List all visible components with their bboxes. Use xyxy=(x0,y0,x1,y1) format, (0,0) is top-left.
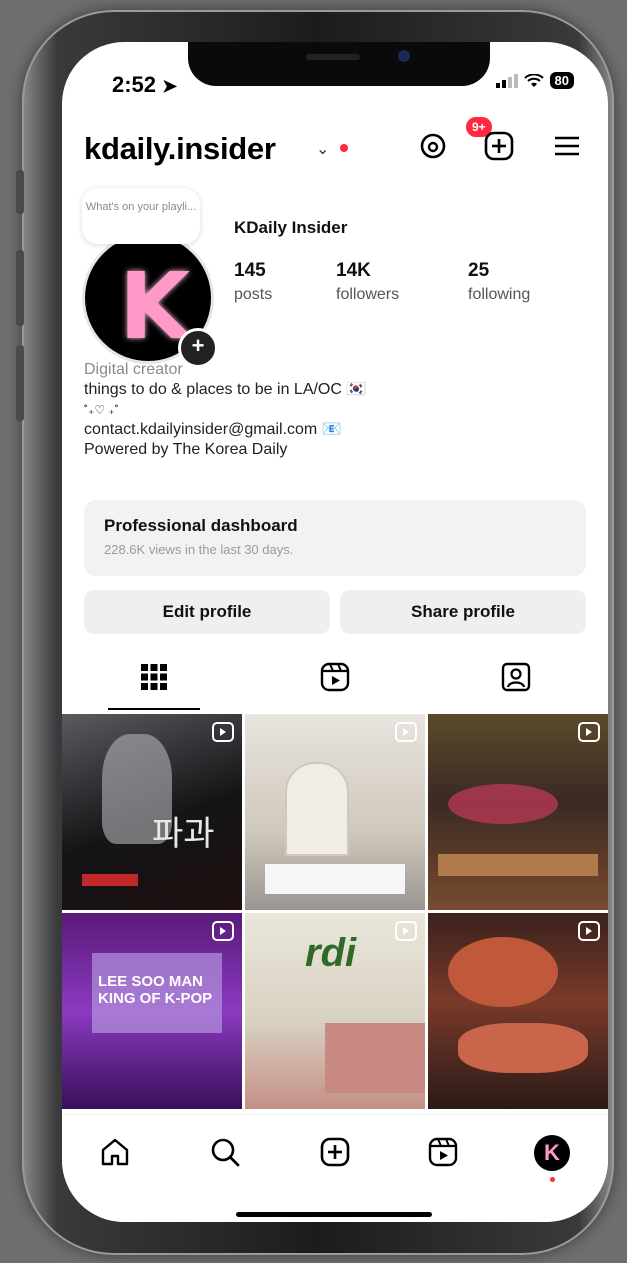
post-image-table xyxy=(438,854,598,876)
post-image-detail xyxy=(82,874,138,886)
dashboard-subtitle: 228.6K views in the last 30 days. xyxy=(104,542,294,557)
grid-post[interactable]: 파과 xyxy=(62,714,242,910)
bottom-nav: K xyxy=(62,1114,608,1222)
reel-indicator-icon xyxy=(395,921,417,941)
display-name: KDaily Insider xyxy=(234,218,348,237)
note-bubble[interactable]: What's on your playli... xyxy=(82,188,200,244)
grid-post[interactable] xyxy=(428,913,608,1109)
status-time: 2:52 ➤ xyxy=(112,72,178,97)
threads-icon[interactable] xyxy=(416,129,450,163)
battery-indicator: 80 xyxy=(549,72,574,89)
home-indicator[interactable] xyxy=(236,1212,432,1217)
search-icon[interactable] xyxy=(208,1135,242,1169)
tagged-icon[interactable] xyxy=(499,660,533,694)
home-icon[interactable] xyxy=(98,1135,132,1169)
status-icons: 80 xyxy=(495,72,574,89)
edit-profile-button[interactable]: Edit profile xyxy=(84,590,330,634)
reels-icon[interactable] xyxy=(426,1135,460,1169)
following-count[interactable]: 25 following xyxy=(468,260,530,304)
active-tab-indicator xyxy=(108,708,200,710)
post-image-food xyxy=(325,1023,425,1093)
posts-count[interactable]: 145 posts xyxy=(234,260,272,304)
new-post-icon[interactable] xyxy=(482,129,516,163)
create-icon[interactable] xyxy=(318,1135,352,1169)
grid-post[interactable]: rdi xyxy=(245,913,425,1109)
reel-indicator-icon xyxy=(212,921,234,941)
reel-indicator-icon xyxy=(395,722,417,742)
dashboard-title: Professional dashboard xyxy=(104,516,298,535)
profile-avatar-wrap[interactable]: K + xyxy=(82,232,218,368)
post-overlay-text: 파과 xyxy=(152,814,215,854)
profile-avatar[interactable]: K xyxy=(534,1135,570,1171)
reels-icon[interactable] xyxy=(318,660,352,694)
post-overlay-text: LEE SOO MAN KING OF K-POP xyxy=(98,973,213,1007)
volume-up-button xyxy=(16,250,24,326)
chevron-down-icon[interactable]: ⌄ xyxy=(316,139,329,159)
menu-icon[interactable] xyxy=(550,129,584,163)
front-camera xyxy=(398,50,410,62)
post-grid: 파과 LEE SOO MAN KING OF K-POP rdi xyxy=(62,714,608,1114)
signal-icon xyxy=(495,73,518,88)
wifi-icon xyxy=(523,73,544,87)
professional-dashboard[interactable]: Professional dashboard 228.6K views in t… xyxy=(84,500,586,576)
mute-switch xyxy=(16,170,24,214)
notification-dot xyxy=(340,144,348,152)
post-image-meat-slice xyxy=(458,1023,588,1073)
grid-icon[interactable] xyxy=(137,660,171,694)
content-tabs xyxy=(62,652,608,710)
reel-indicator-icon xyxy=(578,722,600,742)
reel-indicator-icon xyxy=(212,722,234,742)
bio-line: things to do & places to be in LA/OC 🇰🇷 xyxy=(84,381,367,398)
post-image-meat xyxy=(448,937,558,1007)
bio-email-link[interactable]: contact.kdailyinsider@gmail.com 📧 xyxy=(84,420,584,440)
category-label: Digital creator xyxy=(84,361,183,378)
username-switcher[interactable]: kdaily.insider xyxy=(84,131,276,167)
notch xyxy=(188,42,490,86)
profile-notification-dot xyxy=(550,1177,555,1182)
post-image-archway xyxy=(285,762,349,856)
share-profile-button[interactable]: Share profile xyxy=(340,590,586,634)
reel-indicator-icon xyxy=(578,921,600,941)
profile-avatar-logo: K xyxy=(544,1140,560,1165)
profile-header: kdaily.insider ⌄ 9+ xyxy=(84,115,590,167)
bio-line: Powered by The Korea Daily xyxy=(84,441,288,458)
volume-down-button xyxy=(16,345,24,421)
bio-line: ˚₊♡ ₊˚ xyxy=(84,403,119,417)
grid-post[interactable] xyxy=(428,714,608,910)
bio: Digital creator things to do & places to… xyxy=(84,360,584,460)
grid-post[interactable]: LEE SOO MAN KING OF K-POP xyxy=(62,913,242,1109)
followers-count[interactable]: 14K followers xyxy=(336,260,399,304)
post-image-shirt-print: rdi xyxy=(305,931,357,975)
location-arrow-icon: ➤ xyxy=(162,76,178,96)
post-image-neon xyxy=(448,784,558,824)
earpiece-speaker xyxy=(306,54,360,60)
post-image-counter xyxy=(265,864,405,894)
app-screen: 2:52 ➤ 80 kdaily.insider ⌄ 9+ K + What's… xyxy=(62,42,608,1222)
grid-post[interactable] xyxy=(245,714,425,910)
